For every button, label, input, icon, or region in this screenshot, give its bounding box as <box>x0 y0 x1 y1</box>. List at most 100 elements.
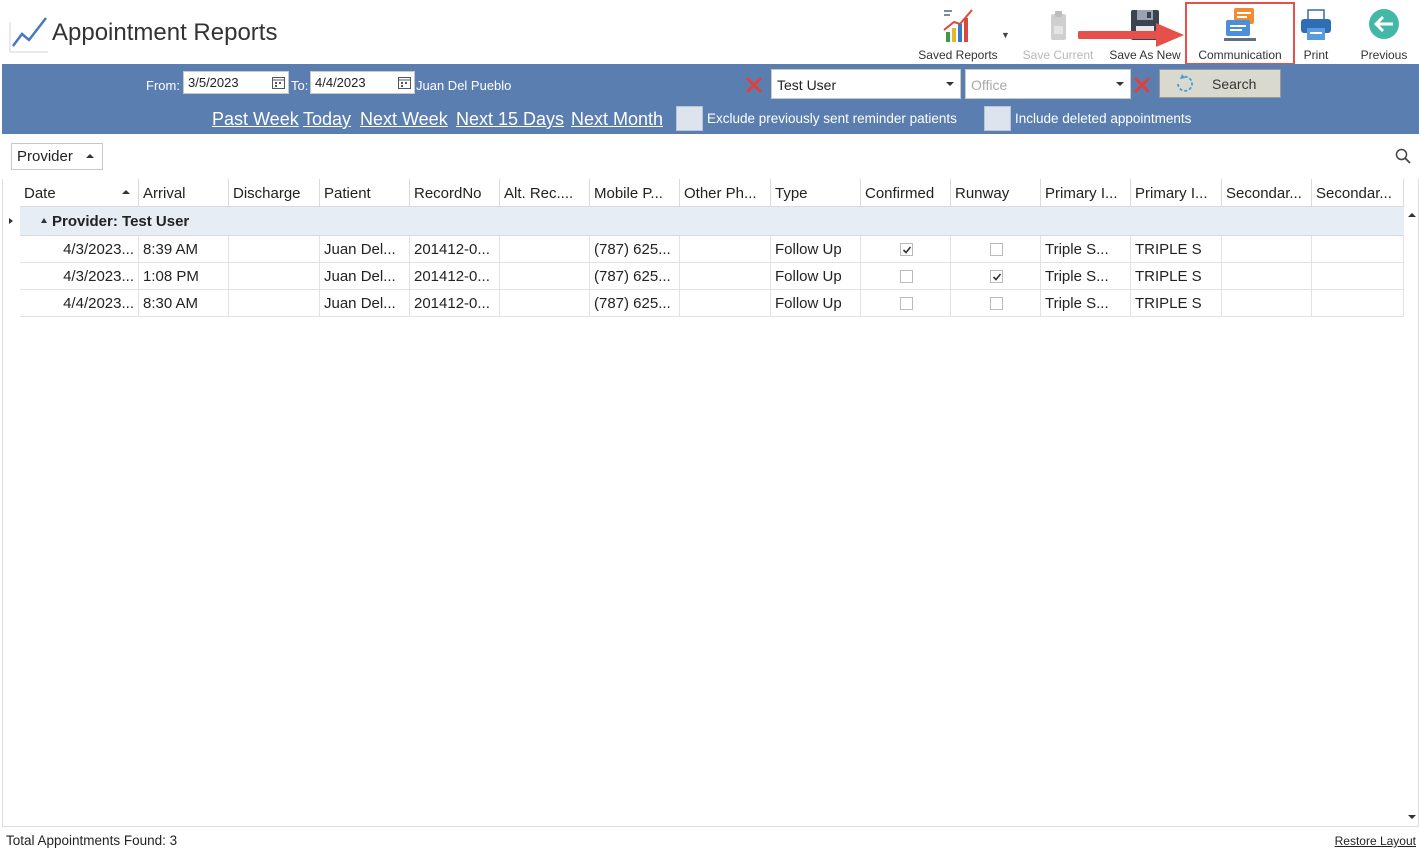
previous-button[interactable]: Previous <box>1354 4 1414 64</box>
cell-record: 201412-0... <box>410 290 500 317</box>
calendar-icon[interactable] <box>272 76 285 89</box>
calendar-icon[interactable] <box>398 76 411 89</box>
cell-record: 201412-0... <box>410 263 500 290</box>
communication-label: Communication <box>1198 48 1282 62</box>
link-today[interactable]: Today <box>303 109 351 130</box>
cell-prim2: TRIPLE S <box>1131 236 1222 263</box>
saved-reports-button[interactable]: Saved Reports <box>915 4 1001 64</box>
chevron-down-icon[interactable]: ▼ <box>1001 30 1010 40</box>
cell-discharge <box>229 290 320 317</box>
runway-checkbox[interactable] <box>990 297 1003 310</box>
column-header-7[interactable]: Other Ph... <box>680 179 771 207</box>
cell-other <box>680 236 771 263</box>
confirmed-checkbox[interactable] <box>900 243 913 256</box>
cell-discharge <box>229 236 320 263</box>
page-title: Appointment Reports <box>52 19 278 46</box>
from-date-value: 3/5/2023 <box>188 75 239 90</box>
cell-sec1 <box>1222 263 1312 290</box>
cell-alt <box>500 236 590 263</box>
cell-sec1 <box>1222 290 1312 317</box>
chevron-down-icon <box>1116 82 1124 86</box>
column-header-11[interactable]: Primary I... <box>1041 179 1131 207</box>
communication-button[interactable]: Communication <box>1185 2 1295 65</box>
cell-arrival: 8:30 AM <box>139 290 229 317</box>
column-header-9[interactable]: Confirmed <box>861 179 951 207</box>
cell-patient: Juan Del... <box>320 263 410 290</box>
printer-icon <box>1301 9 1331 40</box>
table-row[interactable]: 4/3/2023... 1:08 PM Juan Del... 201412-0...… <box>20 263 1404 290</box>
cell-sec2 <box>1312 263 1404 290</box>
runway-checkbox[interactable] <box>990 243 1003 256</box>
link-next-week[interactable]: Next Week <box>360 109 448 130</box>
search-icon[interactable] <box>1395 148 1411 164</box>
group-label: Provider: Test User <box>52 213 190 230</box>
print-button[interactable]: Print <box>1296 4 1336 64</box>
scroll-down-icon[interactable] <box>1406 811 1418 823</box>
office-placeholder: Office <box>971 77 1008 93</box>
group-by-select[interactable]: Provider <box>11 143 103 170</box>
column-header-4[interactable]: RecordNo <box>410 179 500 207</box>
sort-up-icon <box>86 154 94 158</box>
previous-label: Previous <box>1360 48 1408 62</box>
scroll-up-icon[interactable] <box>1406 209 1418 221</box>
search-button[interactable]: Search <box>1159 69 1281 98</box>
exclude-reminder-checkbox[interactable] <box>676 106 703 131</box>
link-next-month[interactable]: Next Month <box>571 109 663 130</box>
clipboard-icon <box>1051 11 1066 40</box>
back-arrow-icon <box>1369 9 1399 39</box>
chat-bubbles-icon <box>1224 8 1256 41</box>
office-select[interactable]: Office <box>965 69 1131 99</box>
from-date-input[interactable]: 3/5/2023 <box>183 71 289 94</box>
table-row[interactable]: 4/3/2023... 8:39 AM Juan Del... 201412-0...… <box>20 236 1404 263</box>
column-header-10[interactable]: Runway <box>951 179 1041 207</box>
column-header-14[interactable]: Secondar... <box>1312 179 1404 207</box>
link-next-15-days[interactable]: Next 15 Days <box>456 109 564 130</box>
clear-provider-icon[interactable] <box>744 75 764 95</box>
column-header-2[interactable]: Discharge <box>229 179 320 207</box>
cell-arrival: 1:08 PM <box>139 263 229 290</box>
link-past-week[interactable]: Past Week <box>212 109 299 130</box>
runway-cell <box>951 263 1041 290</box>
collapse-triangle-icon[interactable] <box>41 218 47 223</box>
cell-prim1: Triple S... <box>1041 236 1131 263</box>
trend-chart-logo-icon <box>9 17 48 53</box>
cell-alt <box>500 290 590 317</box>
confirmed-cell <box>861 236 951 263</box>
cell-mobile: (787) 625... <box>590 236 680 263</box>
column-header-1[interactable]: Arrival <box>139 179 229 207</box>
group-row[interactable]: Provider: Test User <box>20 207 1404 236</box>
column-header-5[interactable]: Alt. Rec.... <box>500 179 590 207</box>
expand-arrow-icon[interactable] <box>9 218 13 224</box>
column-header-6[interactable]: Mobile P... <box>590 179 680 207</box>
filter-bar: From: 3/5/2023 To: 4/4/2023 Juan Del Pue… <box>2 64 1419 134</box>
confirmed-cell <box>861 290 951 317</box>
cell-prim2: TRIPLE S <box>1131 263 1222 290</box>
cell-patient: Juan Del... <box>320 236 410 263</box>
cell-date: 4/3/2023... <box>20 236 139 263</box>
restore-layout-link[interactable]: Restore Layout <box>1335 834 1416 848</box>
column-header-3[interactable]: Patient <box>320 179 410 207</box>
group-by-value: Provider <box>17 148 73 165</box>
bar-chart-icon <box>943 9 973 42</box>
to-date-input[interactable]: 4/4/2023 <box>310 71 415 94</box>
include-deleted-checkbox[interactable] <box>984 106 1011 131</box>
provider-select[interactable]: Test User <box>771 69 961 99</box>
column-header-8[interactable]: Type <box>771 179 861 207</box>
clear-office-icon[interactable] <box>1132 75 1152 95</box>
column-header-0[interactable]: Date <box>20 179 139 207</box>
column-header-13[interactable]: Secondar... <box>1222 179 1312 207</box>
cell-arrival: 8:39 AM <box>139 236 229 263</box>
cell-sec1 <box>1222 236 1312 263</box>
column-header-12[interactable]: Primary I... <box>1131 179 1222 207</box>
table-row[interactable]: 4/4/2023... 8:30 AM Juan Del... 201412-0...… <box>20 290 1404 317</box>
refresh-icon <box>1177 74 1193 92</box>
cell-type: Follow Up <box>771 263 861 290</box>
save-as-new-label: Save As New <box>1109 48 1181 62</box>
provider-value: Test User <box>777 77 837 93</box>
confirmed-checkbox[interactable] <box>900 297 913 310</box>
exclude-reminder-label: Exclude previously sent reminder patient… <box>707 111 957 126</box>
cell-prim1: Triple S... <box>1041 263 1131 290</box>
runway-checkbox[interactable] <box>990 270 1003 283</box>
cell-mobile: (787) 625... <box>590 263 680 290</box>
confirmed-checkbox[interactable] <box>900 270 913 283</box>
